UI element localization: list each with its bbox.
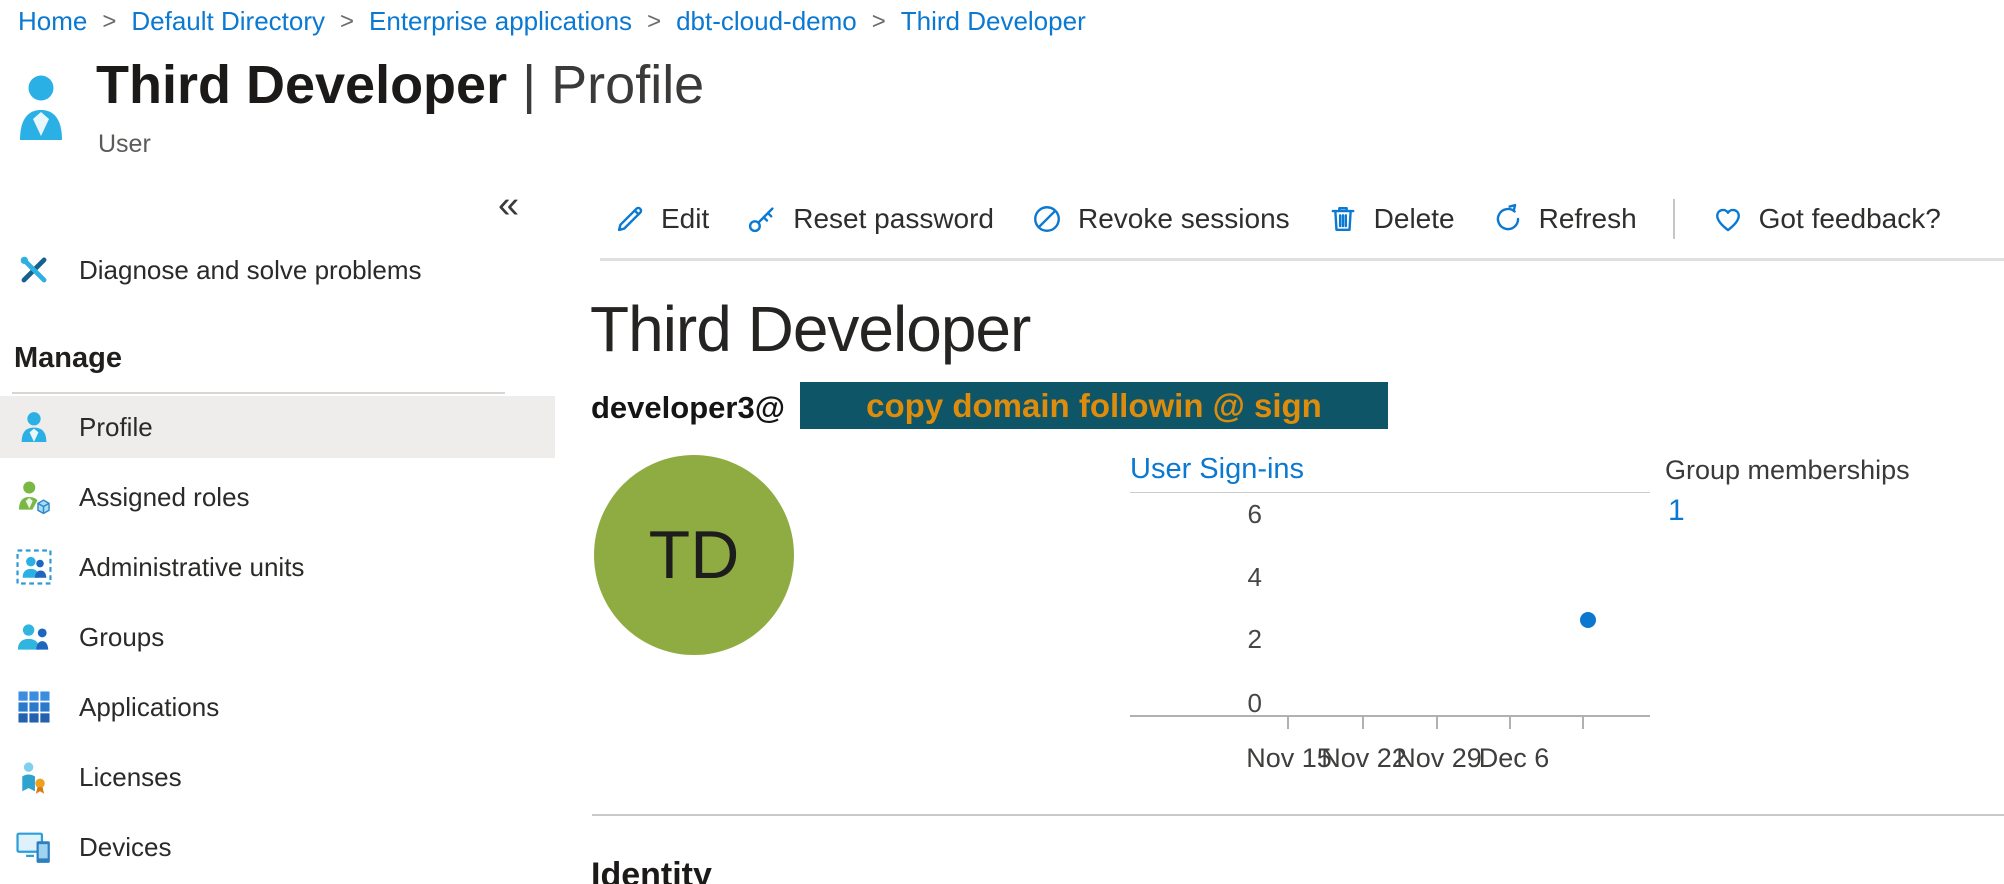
x-axis-tick bbox=[1287, 717, 1289, 729]
user-email-prefix: developer3@ bbox=[591, 390, 785, 426]
sidebar-item-label: Groups bbox=[79, 622, 164, 653]
sidebar-item-assigned-roles[interactable]: Assigned roles bbox=[0, 466, 555, 528]
x-axis-tick bbox=[1436, 717, 1438, 729]
identity-section-heading: Identity bbox=[591, 856, 712, 884]
y-axis-tick-label: 6 bbox=[1130, 499, 1262, 530]
refresh-icon bbox=[1491, 202, 1525, 236]
revoke-sessions-label: Revoke sessions bbox=[1078, 203, 1290, 235]
revoke-sessions-button[interactable]: Revoke sessions bbox=[1030, 202, 1290, 236]
block-icon bbox=[1030, 202, 1064, 236]
toolbar-divider bbox=[600, 258, 2004, 261]
sidebar-item-administrative-units[interactable]: Administrative units bbox=[0, 536, 555, 598]
key-icon bbox=[745, 202, 779, 236]
pencil-icon bbox=[613, 202, 647, 236]
command-bar: Edit Reset password Revoke sessions Dele… bbox=[613, 194, 1941, 244]
profile-person-icon bbox=[15, 408, 53, 446]
licenses-icon bbox=[15, 758, 53, 796]
avatar: TD bbox=[594, 455, 794, 655]
sidebar-item-label: Licenses bbox=[79, 762, 182, 793]
refresh-button[interactable]: Refresh bbox=[1491, 202, 1637, 236]
breadcrumb-item-default-directory[interactable]: Default Directory bbox=[131, 6, 325, 37]
sidebar-item-devices[interactable]: Devices bbox=[0, 816, 555, 878]
sidebar-section-manage: Manage bbox=[14, 342, 122, 375]
user-avatar-icon bbox=[18, 74, 64, 140]
sidebar-item-label: Profile bbox=[79, 412, 153, 443]
diagnose-tools-icon bbox=[15, 251, 53, 289]
sidebar-item-applications[interactable]: Applications bbox=[0, 676, 555, 738]
user-profile-page: Home > Default Directory > Enterprise ap… bbox=[0, 0, 2004, 884]
page-title: Third Developer | Profile bbox=[96, 54, 704, 116]
reset-password-button[interactable]: Reset password bbox=[745, 202, 994, 236]
groups-icon bbox=[15, 618, 53, 656]
breadcrumb-separator: > bbox=[872, 8, 886, 36]
feedback-label: Got feedback? bbox=[1759, 203, 1941, 235]
signin-chart-title-divider bbox=[1130, 492, 1650, 493]
delete-label: Delete bbox=[1374, 203, 1455, 235]
page-title-divider: | bbox=[522, 55, 536, 115]
group-memberships-value-link[interactable]: 1 bbox=[1668, 494, 1685, 528]
avatar-initials: TD bbox=[649, 516, 740, 594]
page-subtitle: User bbox=[98, 130, 151, 159]
sidebar-item-profile[interactable]: Profile bbox=[0, 396, 555, 458]
trash-icon bbox=[1326, 202, 1360, 236]
signin-chart: User Sign-ins 6 4 2 0 Nov 15 Nov 22 Nov … bbox=[1130, 435, 1670, 780]
devices-icon bbox=[15, 828, 53, 866]
delete-button[interactable]: Delete bbox=[1326, 202, 1455, 236]
sidebar-item-label: Assigned roles bbox=[79, 482, 250, 513]
breadcrumb-separator: > bbox=[647, 8, 661, 36]
heart-icon bbox=[1711, 202, 1745, 236]
breadcrumb: Home > Default Directory > Enterprise ap… bbox=[18, 6, 1086, 37]
signin-data-point bbox=[1580, 612, 1596, 628]
reset-password-label: Reset password bbox=[793, 203, 994, 235]
sidebar-item-label: Administrative units bbox=[79, 552, 304, 583]
breadcrumb-separator: > bbox=[102, 8, 116, 36]
group-memberships-label: Group memberships bbox=[1665, 455, 1910, 486]
sidebar-item-label: Applications bbox=[79, 692, 219, 723]
sidebar-item-label: Devices bbox=[79, 832, 171, 863]
x-axis-tick bbox=[1582, 717, 1584, 729]
breadcrumb-separator: > bbox=[340, 8, 354, 36]
sidebar-item-label: Diagnose and solve problems bbox=[79, 255, 422, 286]
sidebar-item-licenses[interactable]: Licenses bbox=[0, 746, 555, 808]
page-title-section: Profile bbox=[551, 55, 704, 115]
assigned-roles-icon bbox=[15, 478, 53, 516]
breadcrumb-item-dbt-cloud-demo[interactable]: dbt-cloud-demo bbox=[676, 6, 857, 37]
redacted-domain-overlay: copy domain followin @ sign bbox=[800, 382, 1388, 429]
signin-chart-title-link[interactable]: User Sign-ins bbox=[1130, 453, 1304, 486]
sidebar-item-diagnose[interactable]: Diagnose and solve problems bbox=[0, 239, 555, 301]
x-axis-line bbox=[1130, 715, 1650, 717]
edit-label: Edit bbox=[661, 203, 709, 235]
x-axis-tick bbox=[1509, 717, 1511, 729]
breadcrumb-item-third-developer[interactable]: Third Developer bbox=[901, 6, 1086, 37]
sidebar-collapse-button[interactable]: « bbox=[498, 186, 519, 224]
toolbar-separator bbox=[1673, 199, 1675, 239]
y-axis-tick-label: 2 bbox=[1130, 624, 1262, 655]
page-title-name: Third Developer bbox=[96, 55, 507, 115]
administrative-units-icon bbox=[15, 548, 53, 586]
x-axis-tick bbox=[1362, 717, 1364, 729]
sidebar-section-divider bbox=[12, 392, 505, 394]
x-axis-tick-label: Dec 6 bbox=[1459, 743, 1569, 774]
profile-name-heading: Third Developer bbox=[590, 292, 1030, 366]
breadcrumb-item-home[interactable]: Home bbox=[18, 6, 87, 37]
section-divider bbox=[592, 814, 2004, 816]
breadcrumb-item-enterprise-applications[interactable]: Enterprise applications bbox=[369, 6, 632, 37]
sidebar-item-groups[interactable]: Groups bbox=[0, 606, 555, 668]
refresh-label: Refresh bbox=[1539, 203, 1637, 235]
feedback-button[interactable]: Got feedback? bbox=[1711, 202, 1941, 236]
applications-grid-icon bbox=[15, 688, 53, 726]
y-axis-tick-label: 4 bbox=[1130, 562, 1262, 593]
edit-button[interactable]: Edit bbox=[613, 202, 709, 236]
